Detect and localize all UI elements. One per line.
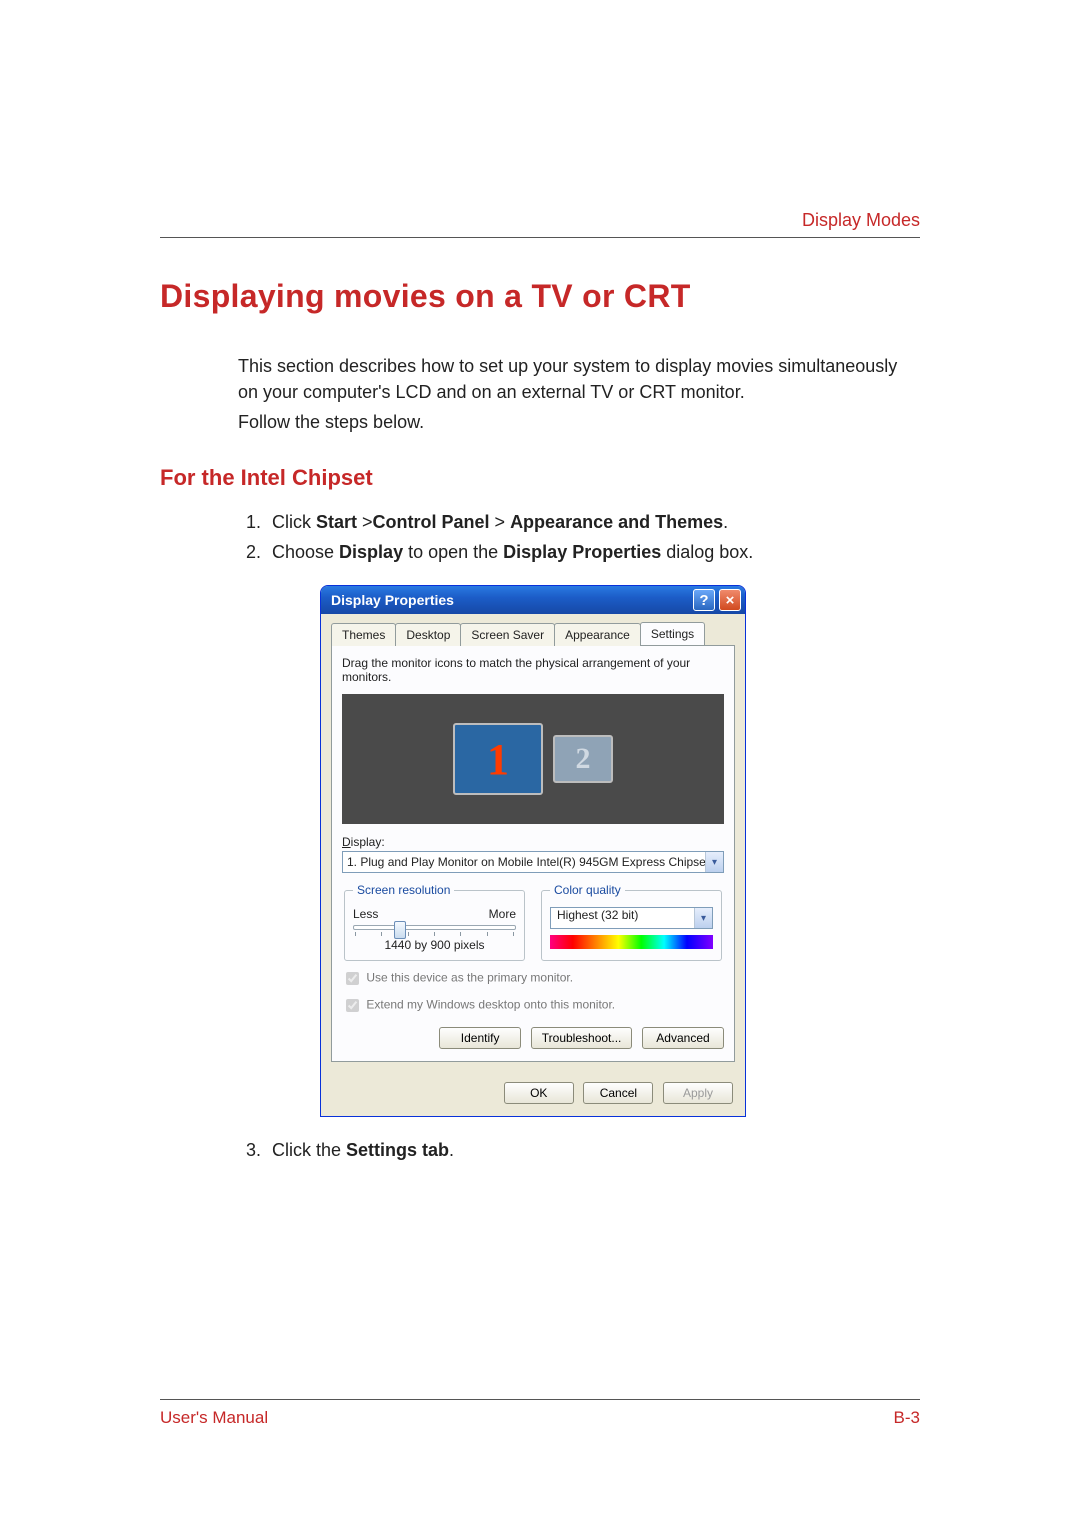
step-2: Choose Display to open the Display Prope… (266, 539, 920, 567)
chevron-down-icon[interactable]: ▾ (694, 908, 712, 928)
slider-less-label: Less (353, 907, 378, 921)
footer-manual: User's Manual (160, 1408, 268, 1428)
steps-list-cont: Click the Settings tab. (238, 1137, 920, 1165)
figure: Display Properties ? × Themes Desktop Sc… (320, 585, 920, 1117)
dialog-titlebar[interactable]: Display Properties ? × (321, 586, 745, 614)
section-tag: Display Modes (160, 210, 920, 231)
display-dropdown[interactable]: 1. Plug and Play Monitor on Mobile Intel… (342, 851, 724, 873)
page-footer: User's Manual B-3 (160, 1399, 920, 1428)
dialog-body: Themes Desktop Screen Saver Appearance S… (321, 614, 745, 1072)
dialog-button-row: OK Cancel Apply (321, 1072, 745, 1116)
display-properties-dialog: Display Properties ? × Themes Desktop Sc… (320, 585, 746, 1117)
intro-p2: Follow the steps below. (238, 409, 920, 435)
ok-button[interactable]: OK (504, 1082, 574, 1104)
display-row: Display: 1. Plug and Play Monitor on Mob… (342, 834, 724, 873)
page-title: Displaying movies on a TV or CRT (160, 278, 920, 315)
troubleshoot-button[interactable]: Troubleshoot... (531, 1027, 633, 1049)
resolution-slider[interactable]: Less More 1440 by 900 pixels (353, 907, 516, 952)
subheading: For the Intel Chipset (160, 465, 920, 491)
screen-resolution-legend: Screen resolution (353, 883, 454, 897)
extend-desktop-checkbox-row: Extend my Windows desktop onto this moni… (342, 996, 724, 1015)
close-button[interactable]: × (719, 589, 741, 611)
page-header: Display Modes (160, 210, 920, 238)
group-row: Screen resolution Less More (342, 883, 724, 961)
chevron-down-icon[interactable]: ▾ (705, 852, 723, 872)
color-quality-legend: Color quality (550, 883, 625, 897)
slider-track[interactable] (353, 925, 516, 930)
help-button[interactable]: ? (693, 589, 715, 611)
tab-page-settings: Drag the monitor icons to match the phys… (331, 645, 735, 1062)
color-quality-value: Highest (32 bit) (551, 908, 694, 928)
intro-block: This section describes how to set up you… (238, 353, 920, 435)
monitor-arrangement-area[interactable]: 1 2 (342, 694, 724, 824)
slider-ticks (353, 932, 516, 936)
footer-page-number: B-3 (894, 1408, 920, 1428)
tab-strip: Themes Desktop Screen Saver Appearance S… (331, 622, 735, 645)
tab-desktop[interactable]: Desktop (395, 623, 461, 646)
identify-button[interactable]: Identify (439, 1027, 521, 1049)
step-3: Click the Settings tab. (266, 1137, 920, 1165)
extend-desktop-checkbox[interactable] (346, 999, 359, 1012)
slider-thumb[interactable] (394, 921, 406, 939)
tabpage-button-row: Identify Troubleshoot... Advanced (342, 1027, 724, 1049)
color-quality-group: Color quality Highest (32 bit) ▾ (541, 883, 722, 961)
monitor-2-icon[interactable]: 2 (553, 735, 613, 783)
tab-screen-saver[interactable]: Screen Saver (460, 623, 555, 646)
footer-rule (160, 1399, 920, 1400)
monitor-1-icon[interactable]: 1 (453, 723, 543, 795)
primary-monitor-checkbox-row: Use this device as the primary monitor. (342, 969, 724, 988)
primary-monitor-checkbox[interactable] (346, 972, 359, 985)
step-1: Click Start >Control Panel > Appearance … (266, 509, 920, 537)
color-quality-dropdown[interactable]: Highest (32 bit) ▾ (550, 907, 713, 929)
apply-button[interactable]: Apply (663, 1082, 733, 1104)
primary-monitor-label: Use this device as the primary monitor. (366, 971, 573, 985)
cancel-button[interactable]: Cancel (583, 1082, 653, 1104)
tab-appearance[interactable]: Appearance (554, 623, 641, 646)
intro-p1: This section describes how to set up you… (238, 353, 920, 405)
arrange-instruction: Drag the monitor icons to match the phys… (342, 656, 724, 684)
manual-page: Display Modes Displaying movies on a TV … (0, 0, 1080, 1528)
steps-list: Click Start >Control Panel > Appearance … (238, 509, 920, 567)
screen-resolution-group: Screen resolution Less More (344, 883, 525, 961)
slider-more-label: More (489, 907, 516, 921)
color-preview-bar (550, 935, 713, 949)
header-rule (160, 237, 920, 238)
extend-desktop-label: Extend my Windows desktop onto this moni… (366, 998, 615, 1012)
display-dropdown-value: 1. Plug and Play Monitor on Mobile Intel… (343, 855, 705, 869)
dialog-title: Display Properties (331, 592, 689, 608)
advanced-button[interactable]: Advanced (642, 1027, 724, 1049)
tab-themes[interactable]: Themes (331, 623, 396, 646)
tab-settings[interactable]: Settings (640, 622, 705, 645)
resolution-readout: 1440 by 900 pixels (353, 938, 516, 952)
display-label: Display: (342, 835, 385, 849)
